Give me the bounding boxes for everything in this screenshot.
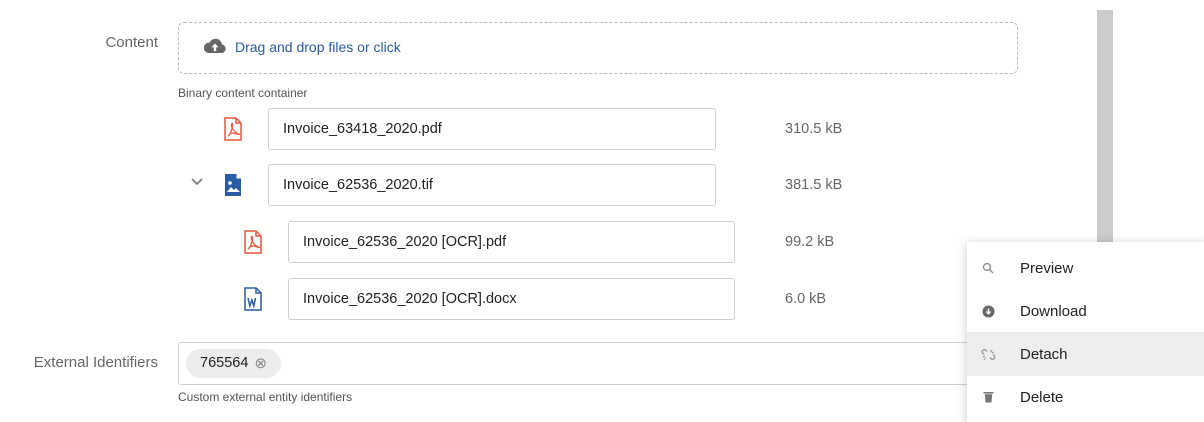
- file-name-field[interactable]: Invoice_62536_2020.tif: [268, 164, 716, 206]
- menu-item-download[interactable]: Download: [967, 289, 1204, 333]
- file-dropzone[interactable]: Drag and drop files or click: [178, 22, 1018, 74]
- trash-icon: [980, 389, 996, 405]
- content-hint: Binary content container: [178, 86, 308, 100]
- pdf-file-icon: [224, 117, 242, 141]
- dropzone-text: Drag and drop files or click: [235, 39, 401, 55]
- search-icon: [980, 260, 996, 276]
- menu-item-label: Delete: [1020, 388, 1064, 406]
- file-size: 310.5 kB: [785, 121, 843, 137]
- file-size: 6.0 kB: [785, 291, 827, 307]
- file-name-field[interactable]: Invoice_62536_2020 [OCR].pdf: [288, 221, 735, 263]
- external-identifiers-label: External Identifiers: [33, 354, 158, 371]
- menu-item-detach[interactable]: Detach: [967, 332, 1204, 376]
- menu-item-label: Download: [1020, 302, 1087, 320]
- word-file-icon: [244, 287, 262, 311]
- menu-item-delete[interactable]: Delete: [967, 375, 1204, 419]
- download-icon: [980, 303, 996, 319]
- cloud-upload-icon: [203, 38, 226, 53]
- menu-item-label: Preview: [1020, 259, 1074, 277]
- menu-item-label: Detach: [1020, 345, 1068, 363]
- file-name-field[interactable]: Invoice_62536_2020 [OCR].docx: [288, 278, 735, 320]
- external-identifiers-hint: Custom external entity identifiers: [178, 390, 353, 404]
- file-name-field[interactable]: Invoice_63418_2020.pdf: [268, 108, 716, 150]
- identifier-chip-label: 765564: [200, 355, 249, 371]
- content-label: Content: [105, 34, 158, 51]
- chevron-down-icon[interactable]: [190, 177, 204, 187]
- menu-item-preview[interactable]: Preview: [967, 246, 1204, 290]
- identifier-chip: 765564 ⊗: [186, 349, 281, 378]
- file-size: 99.2 kB: [785, 234, 835, 250]
- unlink-icon: [980, 346, 996, 362]
- file-size: 381.5 kB: [785, 177, 843, 193]
- context-menu: Preview Download Detach Delete: [967, 242, 1204, 422]
- pdf-file-icon: [244, 230, 262, 254]
- image-file-icon: [225, 174, 241, 196]
- scrollbar[interactable]: [1097, 10, 1113, 242]
- remove-chip-icon[interactable]: ⊗: [254, 349, 267, 378]
